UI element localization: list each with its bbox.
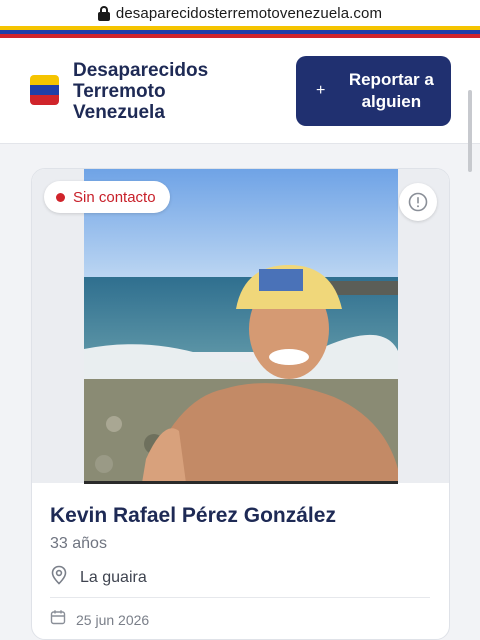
info-circle-icon[interactable] — [399, 183, 437, 221]
date-text: 25 jun 2026 — [76, 611, 150, 628]
browser-url-bar[interactable]: desaparecidosterremotovenezuela.com — [0, 0, 480, 26]
status-badge-label: Sin contacto — [73, 188, 156, 206]
site-title[interactable]: Desaparecidos Terremoto Venezuela — [73, 60, 243, 123]
venezuela-flag-logo[interactable] — [30, 75, 59, 105]
report-person-button[interactable]: + Reportar a alguien — [296, 56, 451, 126]
status-dot-icon — [56, 192, 65, 202]
missing-person-card[interactable]: Sin contacto Kevin Rafael Pérez González… — [31, 168, 450, 640]
scrollbar-thumb[interactable] — [468, 90, 472, 172]
date-row: 25 jun 2026 — [50, 609, 149, 630]
map-pin-icon — [50, 565, 68, 590]
location-row: La guaira — [50, 565, 147, 590]
plus-icon: + — [316, 82, 326, 99]
photo-bottom-border — [84, 481, 398, 484]
person-name[interactable]: Kevin Rafael Pérez González — [50, 504, 336, 528]
status-badge: Sin contacto — [44, 181, 170, 213]
report-button-label: Reportar a alguien — [348, 70, 434, 111]
flag-strip — [0, 26, 480, 38]
card-divider — [50, 597, 430, 598]
location-text: La guaira — [80, 568, 147, 586]
url-text: desaparecidosterremotovenezuela.com — [115, 4, 383, 22]
person-age: 33 años — [50, 535, 107, 552]
lock-icon — [97, 5, 110, 21]
calendar-icon — [50, 609, 66, 630]
person-photo[interactable] — [84, 169, 398, 483]
